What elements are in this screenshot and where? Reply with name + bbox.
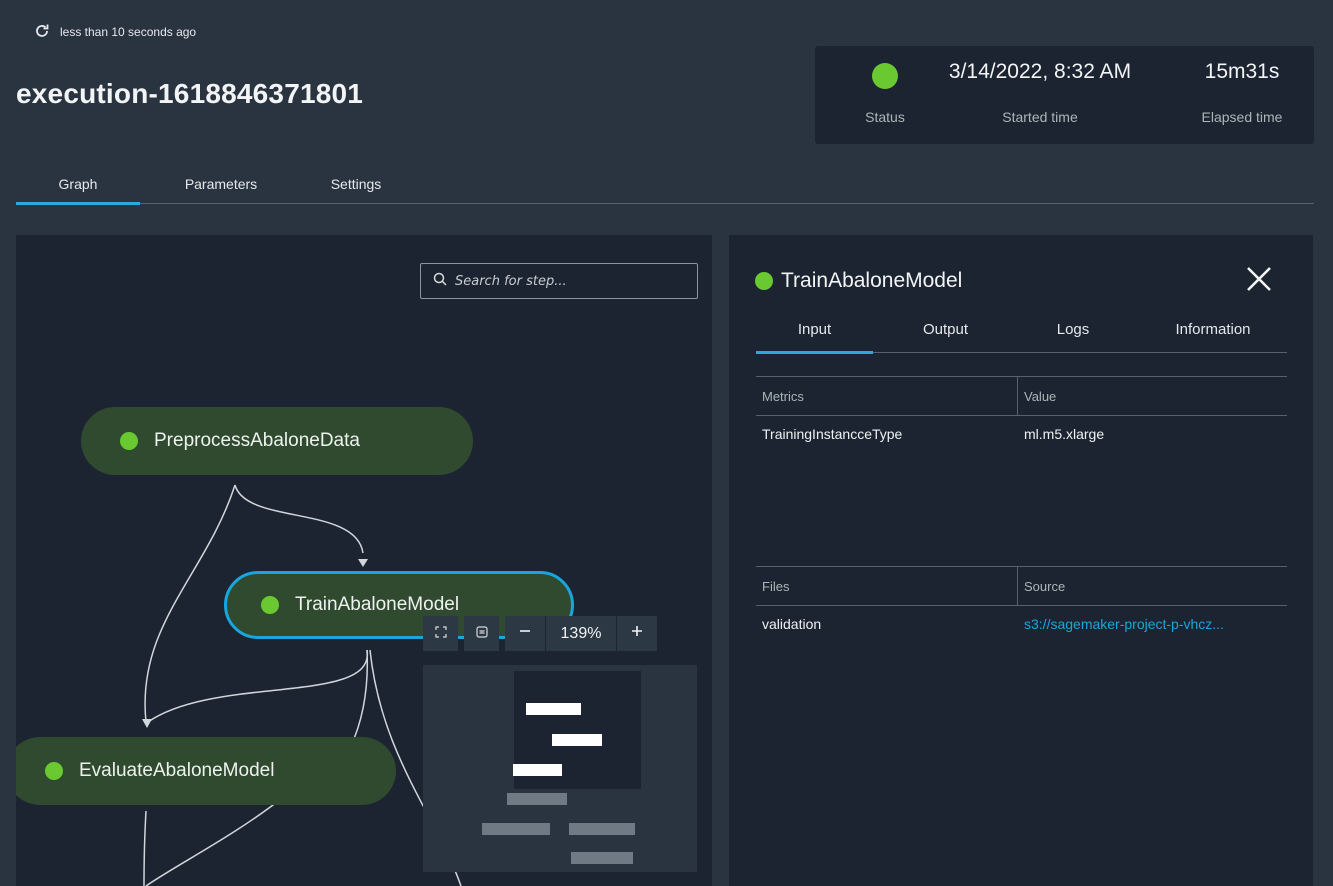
arrowhead-evaluate [142,719,152,728]
pipeline-execution-page: less than 10 seconds ago execution-16188… [0,0,1333,886]
elapsed-time-value: 15m31s [1204,60,1280,83]
table-header: Files Source [756,566,1287,606]
node-evaluate-abalone-model[interactable]: EvaluateAbaloneModel [16,737,396,805]
minimap-node [571,852,633,864]
close-button[interactable] [1243,263,1275,295]
column-header-files: Files [756,567,1018,605]
minimap-node [513,764,562,776]
metric-name: TrainingInstancceType [762,426,903,442]
started-time-value: 3/14/2022, 8:32 AM [948,60,1132,83]
tab-settings[interactable]: Settings [306,168,406,204]
zoom-in-button[interactable] [617,616,657,651]
table-row: validation s3://sagemaker-project-p-vhcz… [756,606,1287,642]
arrowhead-train [358,559,368,567]
edge-train-evaluate [147,649,368,723]
minimap-node [526,703,581,715]
fit-view-button[interactable] [464,616,499,651]
search-input[interactable] [455,273,675,289]
detail-tabs: Input Output Logs Information [756,315,1288,354]
tab-logs[interactable]: Logs [1023,315,1123,353]
minus-icon [518,624,532,643]
node-preprocess-abalone-data[interactable]: PreprocessAbaloneData [81,407,473,475]
zoom-level: 139% [545,616,617,651]
metrics-table: Metrics Value TrainingInstancceType ml.m… [756,376,1287,452]
refresh-row: less than 10 seconds ago [34,22,196,42]
files-table: Files Source validation s3://sagemaker-p… [756,566,1287,642]
column-header-metrics: Metrics [756,377,1018,415]
plus-icon [630,624,644,643]
started-time-label: Started time [1002,109,1078,125]
minimap-node [482,823,550,835]
last-refreshed-text: less than 10 seconds ago [60,25,197,39]
node-status-dot [45,762,63,780]
file-source-link[interactable]: s3://sagemaker-project-p-vhcz... [1018,616,1224,632]
tab-graph[interactable]: Graph [16,168,140,205]
edge-cross [145,794,287,886]
detail-step-name: TrainAbaloneModel [781,269,963,292]
metric-value: ml.m5.xlarge [1024,426,1105,442]
page-title: execution-1618846371801 [16,78,364,109]
zoom-group: 139% [505,616,657,651]
graph-panel: PreprocessAbaloneData TrainAbaloneModel … [16,235,712,886]
graph-zoom-controls: 139% [423,616,657,651]
file-name: validation [762,616,822,632]
step-detail-panel: TrainAbaloneModel Input Output Logs Info… [729,235,1313,886]
edge-preprocess-train [234,484,364,554]
fullscreen-icon [434,625,447,643]
minimap-node [569,823,635,835]
minimap-node [507,793,567,805]
execution-summary: Status 3/14/2022, 8:32 AM Started time 1… [815,46,1314,144]
node-label: PreprocessAbaloneData [154,430,360,451]
edge-preprocess-evaluate [144,484,236,723]
table-header: Metrics Value [756,376,1287,416]
graph-minimap[interactable] [423,665,697,872]
close-icon [1243,267,1275,299]
node-status-dot [120,432,138,450]
fit-view-icon [475,625,488,643]
search-icon [433,272,447,291]
detail-title: TrainAbaloneModel [755,269,962,293]
fullscreen-button[interactable] [423,616,458,651]
started-time-column: 3/14/2022, 8:32 AM Started time [920,46,1160,144]
main-tabs: Graph Parameters Settings [16,168,1314,205]
tab-parameters[interactable]: Parameters [158,168,284,204]
refresh-icon[interactable] [34,23,50,42]
node-status-dot [261,596,279,614]
table-row: TrainingInstancceType ml.m5.xlarge [756,416,1287,452]
column-header-value: Value [1024,388,1057,404]
elapsed-time-label: Elapsed time [1201,109,1283,125]
edge-evaluate-down [143,810,147,886]
minimap-node [552,734,602,746]
step-status-dot [755,272,773,290]
zoom-out-button[interactable] [505,616,545,651]
node-label: EvaluateAbaloneModel [79,760,275,781]
node-label: TrainAbaloneModel [295,594,460,615]
elapsed-time-column: 15m31s Elapsed time [1170,46,1314,144]
tab-information[interactable]: Information [1138,315,1288,353]
step-search[interactable] [420,263,698,299]
column-header-source: Source [1024,578,1066,594]
status-success-indicator [872,63,898,89]
tab-input[interactable]: Input [756,315,873,354]
tab-output[interactable]: Output [890,315,1001,353]
